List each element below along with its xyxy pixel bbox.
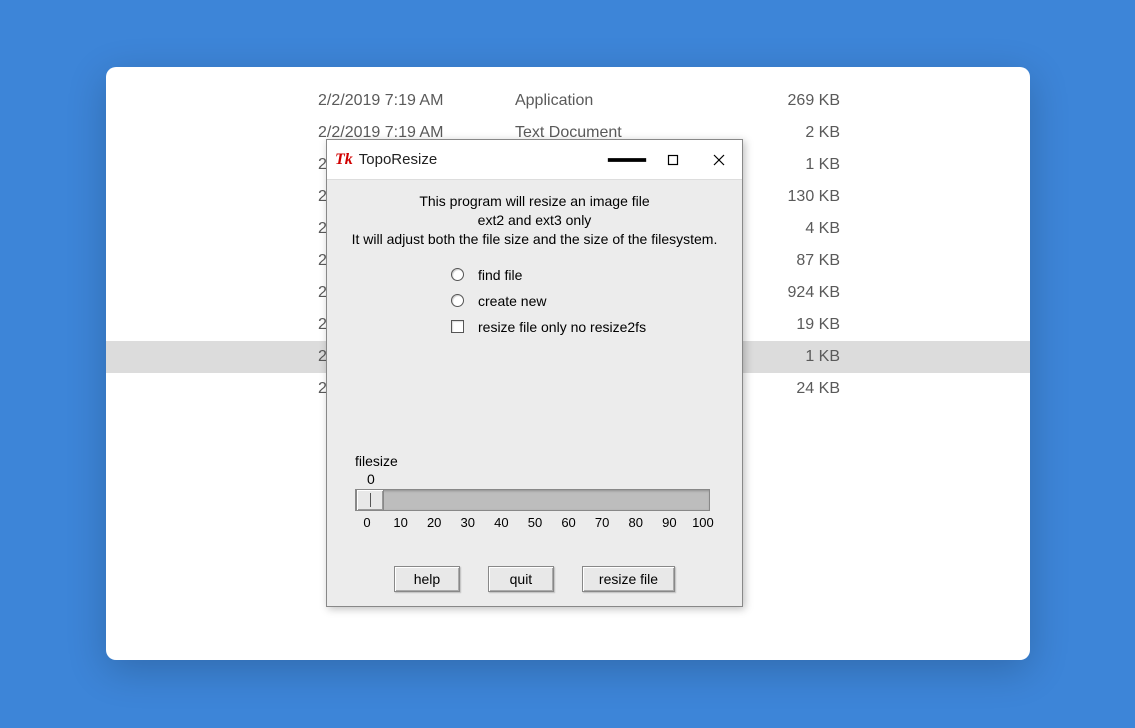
description-text: This program will resize an image file e… (343, 192, 726, 249)
slider-thumb[interactable] (356, 489, 384, 511)
file-type: Application (515, 92, 712, 110)
minimize-button[interactable] (604, 140, 650, 179)
desc-line-1: This program will resize an image file (343, 192, 726, 211)
radio-icon (451, 294, 464, 307)
titlebar[interactable]: Tk TopoResize (327, 140, 742, 180)
slider-tick: 40 (489, 515, 513, 530)
desc-line-3: It will adjust both the file size and th… (343, 230, 726, 249)
slider-tick: 50 (523, 515, 547, 530)
checkbox-resize-only[interactable]: resize file only no resize2fs (451, 319, 726, 335)
help-button[interactable]: help (394, 566, 460, 592)
slider-label: filesize (355, 453, 715, 469)
maximize-button[interactable] (650, 140, 696, 179)
slider-tick: 70 (590, 515, 614, 530)
filesize-slider[interactable] (355, 489, 710, 511)
slider-tick: 100 (691, 515, 715, 530)
checkbox-icon (451, 320, 464, 333)
slider-tick: 0 (355, 515, 379, 530)
slider-tick: 90 (657, 515, 681, 530)
radio-icon (451, 268, 464, 281)
slider-ticks: 0 10 20 30 40 50 60 70 80 90 100 (355, 515, 715, 530)
file-size: 269 KB (712, 92, 840, 110)
slider-tick: 80 (624, 515, 648, 530)
slider-tick: 10 (389, 515, 413, 530)
checkbox-label: resize file only no resize2fs (478, 319, 646, 335)
radio-label: create new (478, 293, 546, 309)
dialog-buttons: help quit resize file (327, 566, 742, 592)
file-date: 2/2/2019 7:19 AM (318, 92, 515, 110)
slider-value: 0 (367, 471, 715, 487)
slider-tick: 60 (557, 515, 581, 530)
resize-file-button[interactable]: resize file (582, 566, 675, 592)
slider-tick: 30 (456, 515, 480, 530)
quit-button[interactable]: quit (488, 566, 554, 592)
radio-label: find file (478, 267, 522, 283)
radio-find-file[interactable]: find file (451, 267, 726, 283)
radio-create-new[interactable]: create new (451, 293, 726, 309)
dialog-body: This program will resize an image file e… (327, 180, 742, 335)
tk-app-icon: Tk (335, 151, 353, 169)
file-row[interactable]: 2/2/2019 7:19 AMApplication269 KB (106, 85, 1030, 117)
slider-tick: 20 (422, 515, 446, 530)
desc-line-2: ext2 and ext3 only (343, 211, 726, 230)
close-button[interactable] (696, 140, 742, 179)
toporesize-dialog: Tk TopoResize This program will resize a… (326, 139, 743, 607)
options-group: find file create new resize file only no… (451, 267, 726, 335)
window-title: TopoResize (359, 151, 437, 168)
filesize-slider-section: filesize 0 0 10 20 30 40 50 60 70 80 90 100 (355, 453, 715, 530)
